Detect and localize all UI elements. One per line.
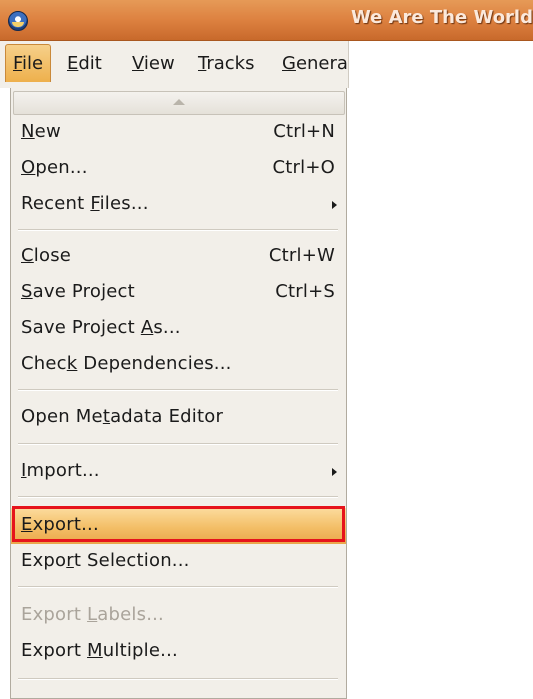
menu-bar: File Edit View Tracks Genera bbox=[0, 41, 349, 88]
menu-tracks[interactable]: Tracks bbox=[198, 53, 255, 74]
separator bbox=[18, 443, 338, 445]
menu-item-import[interactable]: Import... bbox=[11, 454, 346, 490]
menu-file[interactable]: File bbox=[5, 44, 52, 82]
menu-item-recent-files[interactable]: Recent Files... bbox=[11, 187, 346, 223]
separator bbox=[18, 389, 338, 391]
shortcut-label: Ctrl+N bbox=[273, 121, 335, 142]
menu-item-new[interactable]: New Ctrl+N bbox=[11, 115, 346, 151]
submenu-arrow-icon bbox=[332, 201, 337, 209]
menu-item-export-labels: Export Labels... bbox=[21, 604, 164, 625]
menu-edit[interactable]: Edit bbox=[67, 53, 102, 74]
menu-item-close[interactable]: Close Ctrl+W bbox=[11, 239, 346, 275]
menu-item-open[interactable]: Open... Ctrl+O bbox=[11, 151, 346, 187]
menu-view[interactable]: View bbox=[132, 53, 175, 74]
scroll-up-button[interactable] bbox=[13, 91, 345, 115]
shortcut-label: Ctrl+O bbox=[272, 157, 335, 178]
window-title: We Are The World bbox=[350, 7, 533, 28]
menu-item-save-project-as[interactable]: Save Project As... bbox=[11, 311, 346, 347]
title-bar: We Are The World bbox=[0, 0, 533, 41]
file-menu-dropdown: New Ctrl+N Open... Ctrl+O Recent Files..… bbox=[10, 88, 347, 699]
separator bbox=[18, 496, 338, 498]
menu-item-export-selection[interactable]: Export Selection... bbox=[11, 544, 346, 580]
menu-item-export-multiple[interactable]: Export Multiple... bbox=[11, 634, 346, 670]
menu-item-save-project[interactable]: Save Project Ctrl+S bbox=[11, 275, 346, 311]
shortcut-label: Ctrl+S bbox=[275, 281, 335, 302]
audacity-app-icon[interactable] bbox=[8, 11, 28, 31]
separator bbox=[18, 678, 338, 680]
separator bbox=[18, 229, 338, 231]
scroll-up-arrow-icon bbox=[173, 99, 185, 105]
submenu-arrow-icon bbox=[332, 468, 337, 476]
shortcut-label: Ctrl+W bbox=[268, 245, 335, 266]
separator bbox=[18, 586, 338, 588]
menu-item-check-dependencies[interactable]: Check Dependencies... bbox=[11, 347, 346, 383]
menu-item-export[interactable]: Export... bbox=[11, 506, 346, 544]
menu-generate[interactable]: Genera bbox=[282, 53, 348, 74]
menu-item-open-metadata-editor[interactable]: Open Metadata Editor bbox=[11, 400, 346, 436]
